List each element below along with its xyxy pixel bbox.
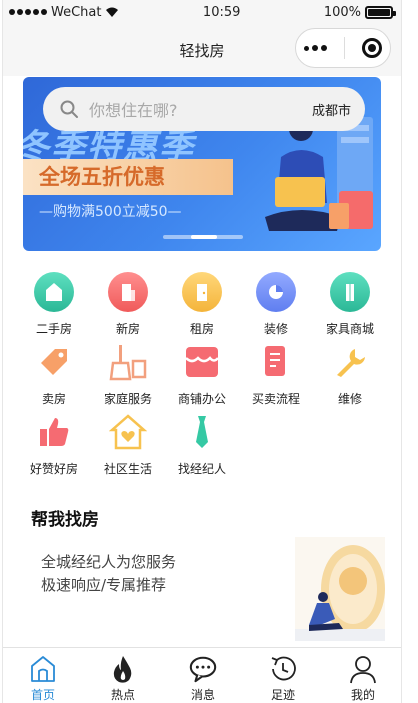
city-selector[interactable]: 成都市 [312, 100, 351, 119]
banner-subtitle: —购物满500立减50— [39, 204, 182, 220]
wifi-icon [106, 7, 119, 17]
search-icon [60, 100, 78, 118]
wrench-icon [337, 349, 365, 377]
menu-item-second-hand[interactable]: 二手房 [17, 272, 91, 342]
tab-mine[interactable]: 我的 [323, 648, 401, 703]
menu-item-rent[interactable]: 租房 [165, 272, 239, 342]
service-row: 好赞好房 社区生活 找经纪人 [17, 412, 389, 482]
shop-icon [185, 347, 219, 377]
agent-illustration[interactable] [295, 537, 385, 641]
banner-promo: 全场五折优惠 [23, 159, 233, 195]
menu-item-furniture-mall[interactable]: 家具商城 [313, 272, 387, 342]
tab-hot[interactable]: 热点 [83, 648, 163, 703]
help-line-2: 极速响应/专属推荐 [41, 576, 167, 594]
menu-item-find-agent[interactable]: 找经纪人 [165, 412, 239, 482]
tab-home[interactable]: 首页 [3, 648, 83, 703]
capsule-divider [343, 37, 345, 59]
furniture-icon [330, 272, 370, 312]
tab-history[interactable]: 足迹 [243, 648, 323, 703]
user-icon [350, 656, 376, 684]
thumbs-up-icon [40, 418, 69, 446]
menu-item-new-house[interactable]: 新房 [91, 272, 165, 342]
service-row: 卖房 家庭服务 商铺办公 买卖流程 维修 [17, 342, 389, 412]
pie-icon [256, 272, 296, 312]
search-bar[interactable]: 你想住在哪? 成都市 [43, 87, 365, 131]
document-icon [265, 346, 285, 376]
battery-icon [365, 5, 396, 19]
battery-percent: 100% [323, 4, 361, 20]
miniprogram-capsule [295, 28, 391, 68]
broom-icon [109, 345, 147, 381]
clock: 10:59 [202, 4, 241, 20]
service-row: 二手房 新房 租房 装修 家具商城 [17, 272, 389, 342]
building-icon [108, 272, 148, 312]
help-line-1: 全城经纪人为您服务 [41, 553, 177, 571]
menu-item-shop-office[interactable]: 商铺办公 [165, 342, 239, 412]
navigation-bar: 轻找房 [3, 24, 401, 76]
more-menu-button[interactable] [304, 45, 328, 51]
menu-item-repair[interactable]: 维修 [313, 342, 387, 412]
house-icon [34, 272, 74, 312]
flame-icon [113, 656, 132, 683]
menu-item-community-life[interactable]: 社区生活 [91, 412, 165, 482]
tag-icon [41, 349, 67, 375]
service-grid: 二手房 新房 租房 装修 家具商城 卖房 家庭服务 商铺办公 买卖流程 维修 好… [17, 272, 389, 482]
phone-frame: WeChat 10:59 100% 轻找房 冬季特惠季 全场五折优惠 —购物满5… [2, 0, 402, 703]
signal-icon [9, 9, 47, 15]
search-placeholder: 你想住在哪? [89, 101, 178, 120]
close-miniprogram-button[interactable] [361, 38, 382, 58]
menu-item-home-service[interactable]: 家庭服务 [91, 342, 165, 412]
history-clock-icon [271, 656, 296, 681]
menu-item-decoration[interactable]: 装修 [239, 272, 313, 342]
home-heart-icon [109, 414, 147, 450]
chat-bubble-icon [189, 656, 217, 683]
menu-item-sell[interactable]: 卖房 [17, 342, 91, 412]
carrier-label: WeChat [51, 4, 102, 20]
help-find-house-title: 帮我找房 [31, 510, 99, 530]
page-title: 轻找房 [179, 41, 225, 60]
status-bar: WeChat 10:59 100% [3, 0, 401, 24]
door-icon [182, 272, 222, 312]
home-icon [31, 656, 55, 682]
carousel-indicator [163, 235, 243, 239]
menu-item-recommended[interactable]: 好赞好房 [17, 412, 91, 482]
menu-item-trade-process[interactable]: 买卖流程 [239, 342, 313, 412]
tab-messages[interactable]: 消息 [163, 648, 243, 703]
tab-bar: 首页 热点 消息 足迹 我的 [3, 647, 401, 703]
tie-icon [196, 416, 208, 448]
